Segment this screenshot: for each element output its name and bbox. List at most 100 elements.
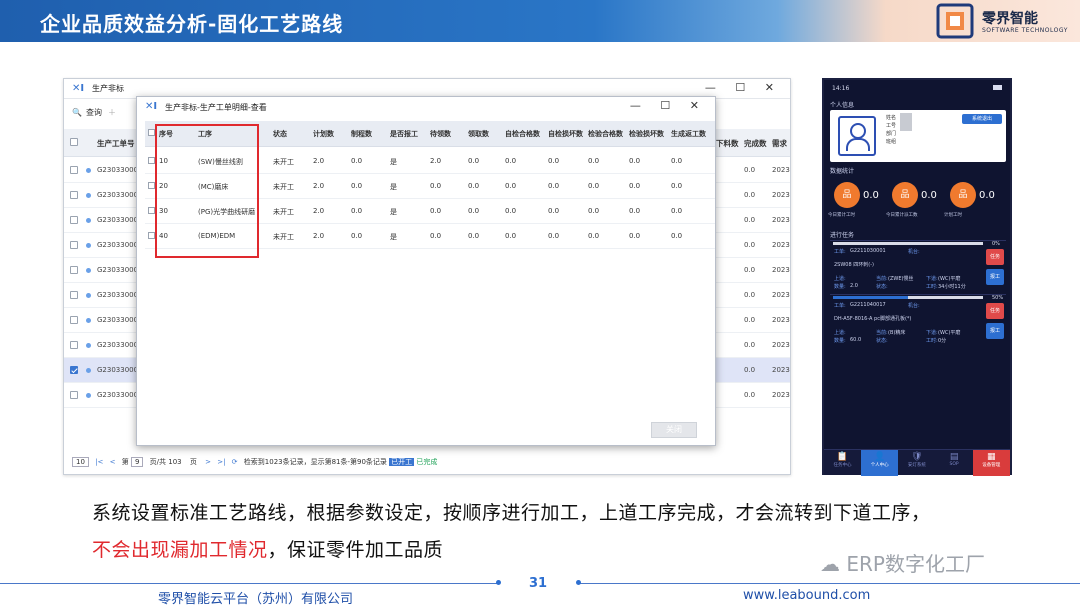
column-header: 检验合格数	[588, 130, 623, 138]
status-dot-icon	[86, 343, 91, 348]
tab-item[interactable]: ▦ 设备管理	[972, 450, 1010, 476]
table-cell: 0.0	[351, 157, 363, 165]
user-avatar-icon	[838, 116, 876, 156]
row-checkbox[interactable]	[148, 157, 155, 164]
col-extra: 下料数	[716, 139, 739, 148]
row-checkbox[interactable]	[70, 216, 78, 224]
prev-page-icon[interactable]: <	[110, 458, 116, 466]
column-header: 制程数	[351, 130, 372, 138]
row-checkbox[interactable]	[70, 291, 78, 299]
report-button[interactable]: 报工	[986, 323, 1004, 339]
next-page-icon[interactable]: >	[205, 458, 211, 466]
column-header: 生成返工数	[671, 130, 706, 138]
qty-value: 2.0	[850, 283, 858, 289]
row-checkbox[interactable]	[70, 316, 78, 324]
task-button[interactable]: 任务	[986, 249, 1004, 265]
page-input[interactable]: 9	[130, 457, 144, 467]
task-card[interactable]: 0% 工单: G2211030001 机台: 2SW08 四环刺(-) 上道: 当前: (ZW…	[830, 240, 1006, 292]
progress-percent: 0%	[992, 241, 1000, 247]
done-qty: 0.0	[744, 266, 756, 274]
search-icon[interactable]: 🔍	[72, 108, 82, 117]
col-demand: 需求	[772, 139, 787, 148]
qty-label: 数量:	[834, 338, 846, 344]
table-cell: 是	[390, 208, 397, 216]
report-button[interactable]: 报工	[986, 269, 1004, 285]
tab-item[interactable]: 🛡 安灯系统	[898, 450, 935, 476]
column-header: 计划数	[313, 130, 334, 138]
refresh-icon[interactable]: ⟳	[232, 458, 238, 466]
state-label: 状态:	[876, 284, 888, 290]
table-cell: 0.0	[505, 157, 517, 165]
query-button[interactable]: 查询	[86, 108, 102, 117]
row-checkbox[interactable]	[70, 341, 78, 349]
progress-fill	[833, 296, 908, 299]
close-button[interactable]: 关闭	[651, 422, 697, 438]
table-cell: 0.0	[505, 232, 517, 240]
select-all-checkbox[interactable]	[70, 138, 78, 146]
tab-label: SOP	[949, 462, 959, 467]
watermark: ☁ ERP数字化工厂	[820, 548, 985, 577]
table-cell: 0.0	[430, 207, 442, 215]
table-cell: 0.0	[588, 207, 600, 215]
add-icon[interactable]: ＋	[108, 108, 116, 117]
page-size-select[interactable]: 10	[72, 457, 89, 467]
row-checkbox[interactable]	[70, 241, 78, 249]
table-cell: 2.0	[313, 182, 325, 190]
time-label: 工时:	[926, 338, 938, 344]
task-card[interactable]: 50% 工单: G2211040017 机台: DH-A5F-8016-A pc脚部通孔…	[830, 294, 1006, 346]
row-checkbox[interactable]	[148, 232, 155, 239]
row-checkbox[interactable]	[70, 266, 78, 274]
task-button[interactable]: 任务	[986, 303, 1004, 319]
machine-label: 机台:	[908, 249, 920, 255]
last-page-icon[interactable]: >|	[217, 458, 225, 466]
column-header: 自检合格数	[505, 130, 540, 138]
select-all-checkbox[interactable]	[148, 129, 155, 136]
website-link[interactable]: www.leabound.com	[743, 588, 870, 603]
tab-item[interactable]: ▤ SOP	[936, 450, 973, 476]
table-cell: 0.0	[468, 207, 480, 215]
row-checkbox[interactable]	[148, 207, 155, 214]
section-personal: 个人信息	[830, 102, 855, 109]
stat-label: 计划工时	[944, 213, 962, 218]
window-controls[interactable]: — ☐ ✕	[705, 81, 782, 94]
tab-label: 设备管理	[982, 463, 1001, 468]
footer-dot-left	[496, 580, 501, 585]
demand-date: 2023	[772, 241, 790, 249]
progress-percent: 50%	[992, 295, 1004, 301]
machine-label: 机台:	[908, 303, 920, 309]
tab-icon: 🛡	[911, 452, 923, 462]
tab-item[interactable]: 👤 个人中心	[861, 450, 899, 476]
section-tasks: 进行任务	[830, 232, 855, 239]
table-cell: 0.0	[548, 157, 560, 165]
prev-label: 当前:	[876, 330, 888, 336]
table-cell: 0.0	[548, 232, 560, 240]
table-cell: 2.0	[313, 232, 325, 240]
row-checkbox[interactable]	[148, 182, 155, 189]
row-checkbox[interactable]	[70, 391, 78, 399]
page-total: 页/共 103	[149, 458, 182, 466]
caption-line-2: 不会出现漏加工情况，保证零件加工品质	[92, 535, 443, 562]
row-checkbox[interactable]	[70, 366, 78, 374]
table-cell: 0.0	[671, 182, 683, 190]
dialog-window-controls[interactable]: — ☐ ✕	[630, 99, 707, 112]
col-done: 完成数	[744, 139, 767, 148]
table-cell: 0.0	[671, 157, 683, 165]
tab-item[interactable]: 📋 任务中心	[824, 450, 861, 476]
logout-button[interactable]: 系统退出	[962, 114, 1002, 124]
dialog-titlebar: ✕I 生产非标-生产工单明细-查看 — ☐ ✕	[137, 97, 715, 117]
table-cell: 2.0	[313, 207, 325, 215]
next-label: 下道:	[926, 330, 938, 336]
tab-bar: 📋 任务中心 👤 个人中心 🛡 安灯系统 ▤ SOP ▦ 设备管理	[824, 449, 1010, 476]
prev-step: (B)精床	[888, 330, 906, 336]
demand-date: 2023	[772, 191, 790, 199]
first-page-icon[interactable]: |<	[95, 458, 103, 466]
stat-label: 今日累计派工数	[886, 213, 918, 218]
row-checkbox[interactable]	[70, 191, 78, 199]
row-checkbox[interactable]	[70, 166, 78, 174]
field-group: 班组	[886, 139, 897, 145]
page-unit: 页	[189, 458, 197, 466]
page-title: 企业品质效益分析-固化工艺路线	[40, 12, 344, 36]
table-cell: 0.0	[629, 232, 641, 240]
tab-label: 任务中心	[833, 463, 852, 468]
progress-bar	[833, 296, 983, 299]
